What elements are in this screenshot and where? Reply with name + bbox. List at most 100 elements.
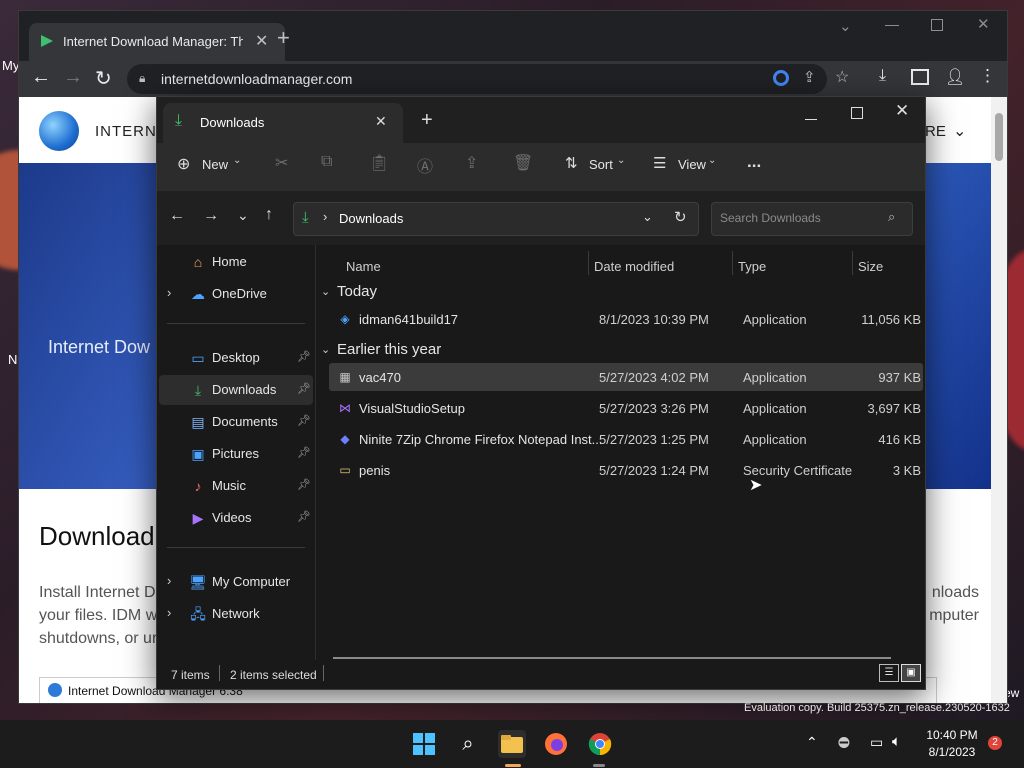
desktop-icon-label[interactable]: N <box>8 352 17 367</box>
close-window-icon[interactable]: ✕ <box>977 15 990 33</box>
tiles-view-icon[interactable]: ▣ <box>901 664 921 682</box>
chevron-down-icon[interactable]: ⌄ <box>321 285 330 298</box>
start-windows-icon[interactable] <box>410 730 438 758</box>
nav-item-home[interactable]: ⌂ Home <box>159 247 313 277</box>
nav-item-my-computer[interactable]: › 🖥︎ My Computer <box>159 567 313 597</box>
page-scrollbar[interactable] <box>991 97 1007 703</box>
chevron-down-icon[interactable]: ⌄ <box>321 343 330 356</box>
column-header-name[interactable]: Name <box>346 259 381 274</box>
search-box[interactable]: Search Downloads ⌕ <box>711 202 913 236</box>
column-header-date[interactable]: Date modified <box>594 259 674 274</box>
close-tab-icon[interactable]: ✕ <box>255 31 268 51</box>
pin-icon[interactable]: 📌︎ <box>297 446 311 459</box>
nav-item-documents[interactable]: ▤ Documents 📌︎ <box>159 407 313 437</box>
file-row[interactable]: ⋈ VisualStudioSetup 5/27/2023 3:26 PM Ap… <box>329 394 923 422</box>
sort-button[interactable]: Sort <box>589 157 613 172</box>
firefox-icon[interactable] <box>542 730 570 758</box>
file-row[interactable]: ◈ idman641build17 8/1/2023 10:39 PM Appl… <box>329 305 923 333</box>
network-disconnected-icon[interactable]: ⛔︎ <box>838 734 850 751</box>
column-header-type[interactable]: Type <box>738 259 766 274</box>
group-header-today[interactable]: Today <box>337 283 377 300</box>
minimize-icon[interactable] <box>805 119 817 120</box>
desktop-icon-label[interactable]: My <box>2 58 19 73</box>
nav-item-music[interactable]: ♪ Music 📌︎ <box>159 471 313 501</box>
notification-badge[interactable]: 2 <box>988 736 1002 750</box>
file-explorer-icon[interactable] <box>498 730 526 758</box>
chevron-right-icon[interactable]: › <box>167 573 171 588</box>
reload-icon[interactable]: ↻ <box>95 66 112 91</box>
volume-icon[interactable]: 🔈︎ <box>892 733 901 750</box>
file-row[interactable]: ▦ vac470 5/27/2023 4:02 PM Application 9… <box>329 363 923 391</box>
nav-item-onedrive[interactable]: › ☁ OneDrive <box>159 279 313 309</box>
new-plus-icon[interactable]: ⊕ <box>177 154 190 174</box>
rename-icon[interactable]: Ⓐ <box>417 153 433 177</box>
column-header-size[interactable]: Size <box>858 259 883 274</box>
profile-icon[interactable]: 👤︎ <box>945 67 965 87</box>
close-tab-icon[interactable]: ✕ <box>375 113 387 130</box>
nav-item-desktop[interactable]: ▭ Desktop 📌︎ <box>159 343 313 373</box>
google-lens-icon[interactable] <box>773 70 789 86</box>
address-bar[interactable]: 🔒︎ internetdownloadmanager.com ⇪ ☆ <box>127 64 849 94</box>
chevron-right-icon[interactable]: › <box>167 285 171 300</box>
file-row[interactable]: ▭ penis 5/27/2023 1:24 PM Security Certi… <box>329 456 923 484</box>
clock-time[interactable]: 10:40 PM <box>926 728 978 742</box>
sort-icon[interactable]: ⇅ <box>565 154 578 172</box>
tray-overflow-chevron-icon[interactable]: ⌃ <box>806 734 818 751</box>
breadcrumb[interactable]: Downloads <box>339 211 403 226</box>
close-window-icon[interactable]: ✕ <box>895 101 909 121</box>
file-row[interactable]: ◆ Ninite 7Zip Chrome Firefox Notepad Ins… <box>329 425 923 453</box>
chevron-down-icon[interactable]: ⌄ <box>839 17 852 35</box>
column-divider[interactable] <box>852 251 853 275</box>
share-icon[interactable]: ⇪ <box>803 68 816 86</box>
downloads-icon[interactable]: ⤓ <box>879 67 886 85</box>
up-icon[interactable]: ↑ <box>265 206 273 224</box>
column-divider[interactable] <box>588 251 589 275</box>
recent-locations-chevron-icon[interactable]: ⌄ <box>237 207 249 224</box>
pin-icon[interactable]: 📌︎ <box>297 478 311 491</box>
chevron-down-icon[interactable]: ⌄ <box>233 155 241 166</box>
minimize-icon[interactable] <box>885 25 899 26</box>
chevron-down-icon[interactable]: ⌄ <box>617 155 625 166</box>
group-header-earlier[interactable]: Earlier this year <box>337 341 441 358</box>
share-icon[interactable]: ⇪ <box>465 153 478 173</box>
more-options-button[interactable]: ... <box>747 152 761 172</box>
chrome-icon[interactable] <box>586 730 614 758</box>
pin-icon[interactable]: 📌︎ <box>297 350 311 363</box>
paste-icon[interactable]: 📋︎ <box>369 153 389 173</box>
nav-item-videos[interactable]: ▶ Videos 📌︎ <box>159 503 313 533</box>
nav-item-downloads[interactable]: ⤓ Downloads 📌︎ <box>159 375 313 405</box>
maximize-icon[interactable] <box>931 19 943 31</box>
address-bar[interactable]: ⤓ › Downloads ⌄ ↻ <box>293 202 699 236</box>
back-icon[interactable]: ← <box>31 66 51 89</box>
browser-tab[interactable]: Internet Download Manager: The ✕ <box>29 23 285 61</box>
pin-icon[interactable]: 📌︎ <box>297 510 311 523</box>
copy-icon[interactable]: ⧉ <box>321 153 332 171</box>
display-icon[interactable]: ▭ <box>870 734 883 751</box>
chevron-down-icon[interactable]: ⌄ <box>953 121 966 141</box>
delete-icon[interactable]: 🗑︎ <box>513 153 533 173</box>
nav-item-network[interactable]: › 🖧︎ Network <box>159 599 313 629</box>
bookmark-star-icon[interactable]: ☆ <box>835 67 849 87</box>
clock-date[interactable]: 8/1/2023 <box>926 745 978 759</box>
pane-divider[interactable] <box>315 245 316 660</box>
pin-icon[interactable]: 📌︎ <box>297 414 311 427</box>
chevron-down-icon[interactable]: ⌄ <box>642 209 653 225</box>
new-button[interactable]: New <box>202 157 228 172</box>
chevron-down-icon[interactable]: ⌄ <box>708 155 716 166</box>
explorer-tab[interactable]: ⤓ Downloads ✕ <box>163 103 403 143</box>
nav-item-pictures[interactable]: ▣ Pictures 📌︎ <box>159 439 313 469</box>
site-nav-item[interactable]: RE <box>925 123 946 140</box>
menu-kebab-icon[interactable]: ⋮ <box>979 66 996 86</box>
refresh-icon[interactable]: ↻ <box>674 208 687 226</box>
view-button[interactable]: View <box>678 157 706 172</box>
new-tab-icon[interactable]: + <box>421 109 433 132</box>
forward-icon[interactable]: → <box>63 66 83 89</box>
cut-icon[interactable]: ✂ <box>275 153 288 173</box>
sidepanel-icon[interactable] <box>911 69 929 85</box>
column-divider[interactable] <box>732 251 733 275</box>
scrollbar-thumb[interactable] <box>995 113 1003 161</box>
forward-icon[interactable]: → <box>203 207 219 225</box>
new-tab-icon[interactable]: + <box>277 25 290 51</box>
horizontal-scrollbar[interactable] <box>333 657 891 659</box>
back-icon[interactable]: ← <box>169 207 185 225</box>
